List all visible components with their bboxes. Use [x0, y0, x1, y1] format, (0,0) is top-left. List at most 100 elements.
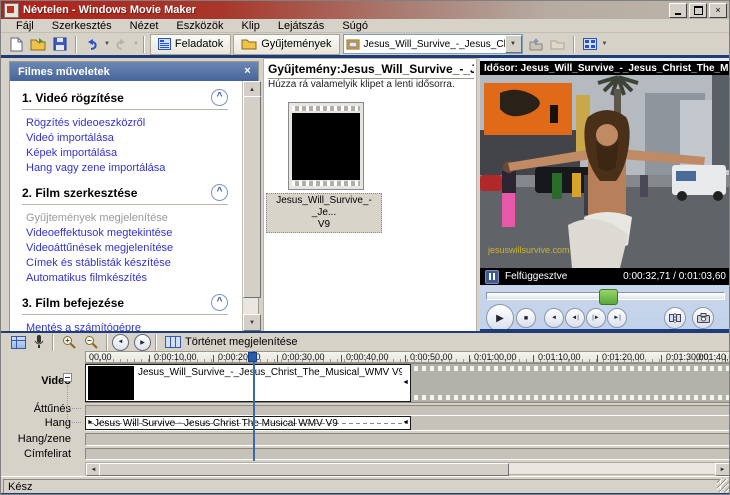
playhead-marker[interactable]	[248, 352, 257, 362]
close-button[interactable]: ×	[709, 3, 727, 18]
collapse-chevron-icon[interactable]: ^	[211, 294, 228, 311]
task-link-show-collections[interactable]: Gyűjtemények megjelenítése	[26, 211, 238, 226]
next-frame-button[interactable]: |►	[586, 308, 606, 328]
playback-controls: ▶ ■ ◄ ◄| |► ►|	[480, 304, 729, 332]
undo-button[interactable]	[81, 35, 103, 54]
menu-tools[interactable]: Eszközök	[167, 20, 232, 32]
title-overlay-track[interactable]	[85, 448, 729, 460]
save-project-button[interactable]	[49, 35, 71, 54]
show-storyboard-button[interactable]: Történet megjelenítése	[161, 334, 302, 350]
track-label-video[interactable]: Videó	[7, 375, 71, 387]
redo-button[interactable]	[110, 35, 132, 54]
toolbar-separator	[155, 333, 157, 351]
narrate-timeline-button[interactable]	[30, 334, 48, 350]
menu-view[interactable]: Nézet	[121, 20, 168, 32]
open-project-button[interactable]	[27, 35, 49, 54]
track-label-audio-music[interactable]: Hang/zene	[7, 433, 71, 445]
show-storyboard-label: Történet megjelenítése	[185, 336, 298, 348]
up-one-level-button[interactable]	[525, 35, 547, 54]
rewind-timeline-button[interactable]: ◄	[112, 333, 129, 351]
zoom-in-icon	[63, 336, 76, 349]
task-link-capture-device[interactable]: Rögzítés videoeszközről	[26, 116, 238, 131]
task-link-automovie[interactable]: Automatikus filmkészítés	[26, 271, 238, 286]
menu-clip[interactable]: Klip	[232, 20, 268, 32]
transition-track[interactable]	[85, 405, 729, 416]
new-project-button[interactable]	[5, 35, 27, 54]
tasks-icon	[157, 38, 171, 50]
section-finish-movie[interactable]: 3. Film befejezése ^	[22, 294, 228, 315]
views-button[interactable]	[579, 35, 601, 54]
tasks-button[interactable]: Feladatok	[149, 33, 232, 55]
zoom-out-button[interactable]	[80, 334, 102, 350]
maximize-button[interactable]	[689, 3, 707, 18]
tasks-pane-scrollbar[interactable]: ▲ ▼	[242, 81, 261, 331]
timeline-ruler[interactable]: 00,00 0:00:10,00 0:00:20,00 0:00:30,00 0…	[85, 351, 729, 363]
views-dropdown-arrow[interactable]: ▼	[602, 41, 608, 47]
menu-edit[interactable]: Szerkesztés	[43, 20, 121, 32]
menu-help[interactable]: Súgó	[333, 20, 377, 32]
collections-button[interactable]: Gyűjtemények	[233, 33, 340, 55]
clip-caption-line1: Jesus_Will_Survive_-_Je...	[276, 195, 372, 218]
track-label-transition[interactable]: Áttűnés	[7, 403, 71, 415]
forward-button[interactable]: ►|	[607, 308, 627, 328]
scrollbar-thumb[interactable]	[243, 96, 261, 298]
task-link-import-pictures[interactable]: Képek importálása	[26, 146, 238, 161]
audio-music-track[interactable]	[85, 433, 729, 446]
collection-combobox[interactable]: Jesus_Will_Survive_-_Jesus_Christ_The_Mu…	[342, 34, 523, 54]
playhead-line[interactable]	[253, 351, 255, 461]
clip-trim-handle[interactable]: ◄	[402, 379, 409, 387]
seek-bar[interactable]	[486, 289, 725, 305]
redo-dropdown-arrow[interactable]: ▼	[133, 41, 139, 47]
menu-file[interactable]: Fájl	[7, 20, 43, 32]
tasks-pane-title: Filmes műveletek	[18, 65, 110, 78]
take-picture-button[interactable]	[692, 307, 714, 329]
scroll-right-icon[interactable]: ►	[715, 463, 729, 476]
play-button[interactable]: ▶	[486, 304, 514, 332]
task-link-make-titles[interactable]: Címek és stáblisták készítése	[26, 256, 238, 271]
task-link-view-transitions[interactable]: Videoáttűnések megjelenítése	[26, 241, 238, 256]
track-label-title-overlay[interactable]: Címfelirat	[7, 448, 71, 460]
collection-clip-caption[interactable]: Jesus_Will_Survive_-_Je... V9	[266, 193, 382, 233]
video-track-collapse-button[interactable]	[63, 373, 72, 382]
stop-button[interactable]: ■	[516, 308, 536, 328]
task-link-save-computer[interactable]: Mentés a számítógépre	[26, 321, 238, 331]
menu-play[interactable]: Lejátszás	[269, 20, 333, 32]
collapse-chevron-icon[interactable]: ^	[211, 89, 228, 106]
collection-combobox-dropdown[interactable]: ▼	[504, 35, 522, 53]
timeline-scrollbar-thumb[interactable]	[99, 463, 509, 476]
red-car	[480, 175, 502, 191]
monitor-time: 0:00:32,71 / 0:01:03,60	[623, 271, 726, 282]
timeline-scrollbar[interactable]: ◄ ►	[85, 462, 729, 476]
ruler-label: 0:00:10,00	[154, 352, 197, 362]
back-button[interactable]: ◄	[544, 308, 564, 328]
task-link-view-effects[interactable]: Videoeffektusok megtekintése	[26, 226, 238, 241]
new-collection-folder-button[interactable]	[547, 35, 569, 54]
minimize-button[interactable]	[669, 3, 687, 18]
resize-grip[interactable]	[717, 479, 729, 492]
split-clip-button[interactable]	[664, 307, 686, 329]
tasks-pane-close-icon[interactable]: ×	[241, 65, 254, 78]
clip-caption-line2: V9	[317, 219, 331, 230]
ruler-label: 0:01:00,00	[474, 352, 517, 362]
timeline-view-button[interactable]	[7, 334, 30, 350]
ruler-label: 0:01:40,00	[696, 352, 729, 362]
filmstrip-holes	[292, 181, 360, 186]
timeline-video-clip[interactable]: Jesus_Will_Survive_-_Jesus_Christ_The_Mu…	[85, 364, 411, 402]
collection-hint: Húzza rá valamelyik klipet a lenti időso…	[268, 79, 455, 90]
track-tree-line	[67, 385, 68, 423]
track-label-audio[interactable]: Hang	[7, 417, 71, 429]
timeline-audio-clip[interactable]: ► Jesus Will Survive - Jesus Christ The …	[85, 416, 411, 430]
previous-frame-button[interactable]: ◄|	[565, 308, 585, 328]
collapse-chevron-icon[interactable]: ^	[211, 184, 228, 201]
zoom-in-button[interactable]	[58, 334, 80, 350]
monitor-status-bar: Felfüggesztve 0:00:32,71 / 0:01:03,60	[480, 268, 729, 285]
collection-clip-thumbnail[interactable]	[288, 102, 364, 190]
collections-button-label: Gyűjtemények	[261, 38, 332, 50]
task-link-import-audio[interactable]: Hang vagy zene importálása	[26, 161, 238, 176]
play-timeline-button[interactable]: ▶	[134, 333, 151, 351]
scroll-down-icon[interactable]: ▼	[243, 314, 261, 331]
section-edit-movie[interactable]: 2. Film szerkesztése ^	[22, 184, 228, 205]
task-link-import-video[interactable]: Videó importálása	[26, 131, 238, 146]
seek-thumb[interactable]	[599, 289, 618, 305]
section-capture-video[interactable]: 1. Videó rögzítése ^	[22, 89, 228, 110]
